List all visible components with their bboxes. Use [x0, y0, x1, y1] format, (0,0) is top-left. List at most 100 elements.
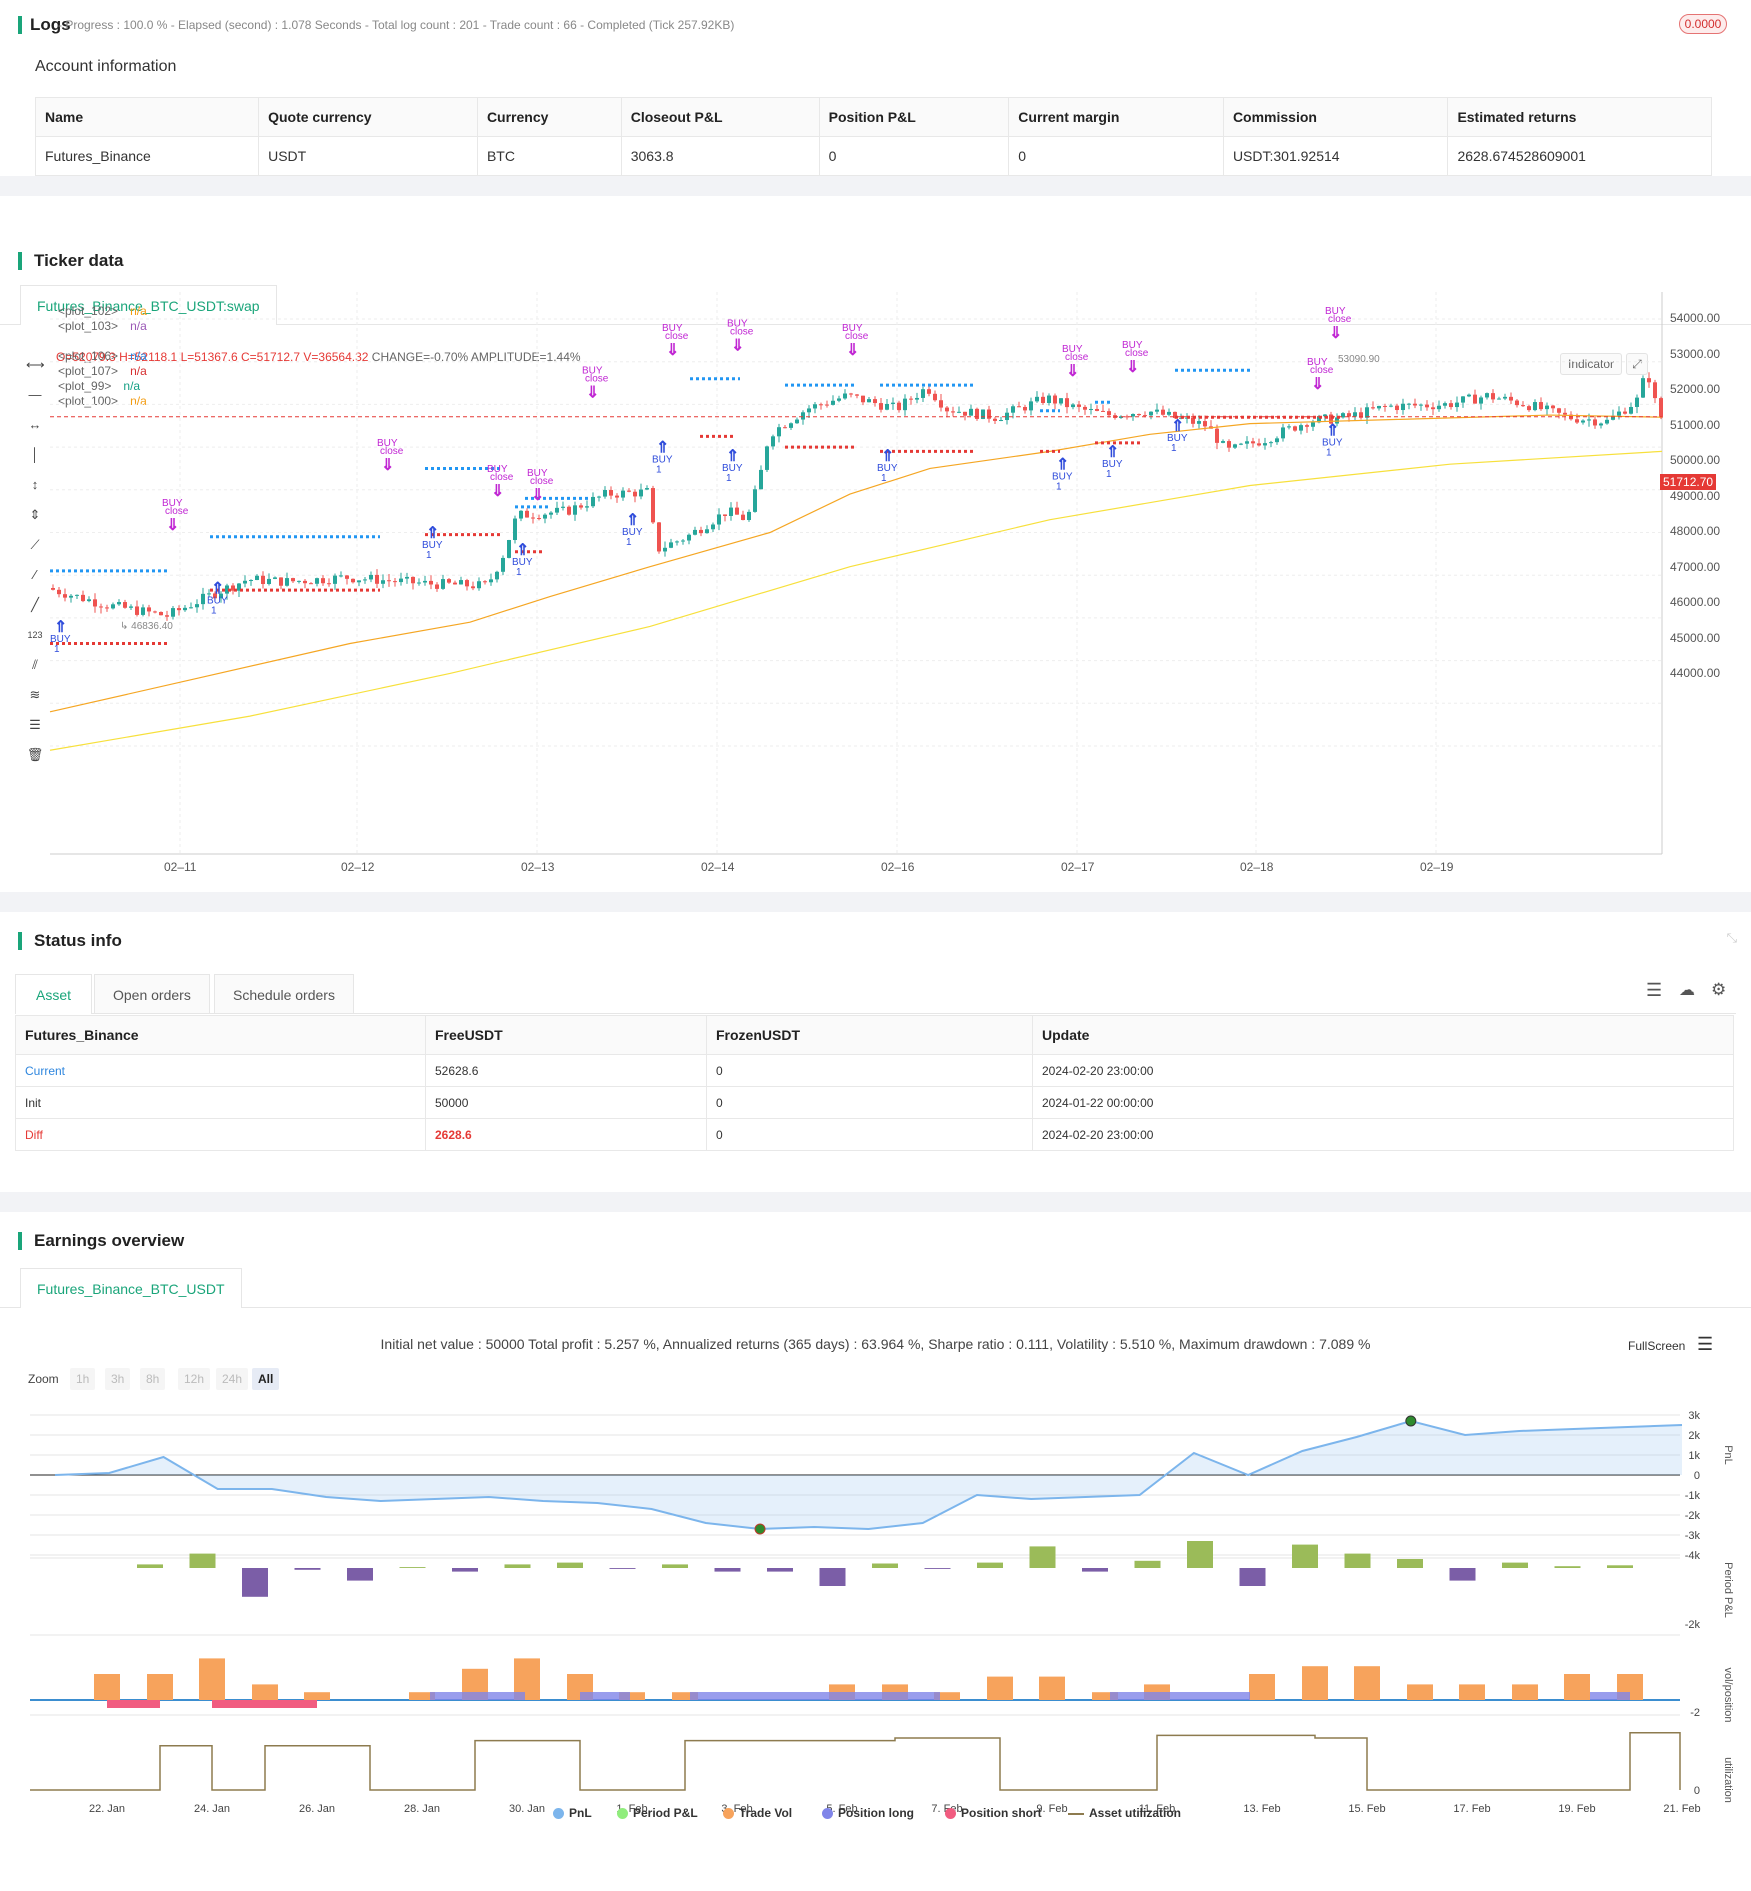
period-pnl-bar [1344, 1553, 1371, 1568]
earnings-chart[interactable]: 3k 2k 1k 0 -1k -2k -3k -4k -2k -2 0 PnL Period P&L vo… [0, 1395, 1751, 1815]
candle-body [75, 594, 79, 596]
candle-body [1593, 419, 1597, 426]
tab-open-orders[interactable]: Open orders [94, 974, 210, 1014]
util-tick: 0 [1694, 1785, 1700, 1797]
zoom-label: Zoom [28, 1372, 59, 1386]
candle-body [303, 580, 307, 584]
candle-body [789, 423, 793, 428]
account-col-header: Currency [476, 97, 622, 137]
candle-body [771, 436, 775, 447]
legend-item-position-long[interactable]: Position long [822, 1806, 914, 1820]
sell-arrow-icon: ⇓ [491, 483, 504, 500]
candle-body [1581, 420, 1585, 423]
trade-vol-bar [1249, 1674, 1275, 1700]
candle-body [291, 578, 295, 582]
zoom-8h-button[interactable]: 8h [140, 1368, 166, 1390]
legend-item-period-p-l[interactable]: Period P&L [617, 1806, 698, 1820]
candle-body [777, 427, 781, 437]
cloud-download-icon[interactable]: ☁ [1679, 980, 1695, 1000]
candle-body [1425, 404, 1429, 408]
candle-body [93, 599, 97, 607]
candle-body [1473, 394, 1477, 404]
candle-body [1539, 402, 1543, 410]
zoom-24h-button[interactable]: 24h [216, 1368, 249, 1390]
candle-body [255, 575, 259, 581]
earnings-time-tick: 19. Feb [1558, 1803, 1595, 1815]
candle-body [1161, 409, 1165, 415]
price-axis-tick: 47000.00 [1670, 559, 1721, 574]
status-panel: Status info ⤡ Asset Open orders Schedule… [0, 912, 1751, 1192]
asset-cell: 0 [706, 1118, 1033, 1151]
zoom-1h-button[interactable]: 1h [70, 1368, 96, 1390]
legend-item-asset-utilization[interactable]: Asset utilization [1068, 1806, 1181, 1820]
earnings-time-tick: 21. Feb [1663, 1803, 1700, 1815]
axis-title: Period P&L [1722, 1562, 1734, 1618]
asset-cell: 52628.6 [425, 1054, 707, 1087]
pnl-axis-tick: -1k [1685, 1490, 1701, 1502]
position-long-bar [580, 1692, 630, 1700]
candle-body [1071, 404, 1075, 408]
account-cell: USDT [258, 136, 478, 176]
legend-item-pnl[interactable]: PnL [553, 1806, 592, 1820]
high-price-mark: 53090.90 [1338, 354, 1380, 365]
time-axis-tick: 02–17 [1061, 860, 1095, 874]
candle-body [975, 408, 979, 419]
settings-icon[interactable]: ⚙ [1711, 980, 1726, 1000]
legend-item-trade-vol[interactable]: Trade Vol [723, 1806, 792, 1820]
trade-vol-bar [94, 1674, 120, 1700]
tab-asset[interactable]: Asset [15, 974, 93, 1014]
candle-body [453, 582, 457, 585]
legend-dot-icon [617, 1808, 628, 1820]
menu-icon[interactable]: ☰ [1697, 1334, 1713, 1355]
price-axis-tick: 45000.00 [1670, 630, 1721, 645]
candle-body [147, 607, 151, 612]
collapse-icon[interactable]: ⤡ [1727, 930, 1737, 946]
ticker-panel: Ticker data Futures_Binance_BTC_USDT:swa… [0, 196, 1751, 892]
list-icon[interactable]: ☰ [1646, 980, 1662, 1001]
candle-body [891, 402, 895, 404]
time-axis-tick: 02–11 [164, 860, 197, 874]
account-table: Name Quote currency Currency Closeout P&L Po… [34, 97, 1712, 176]
candle-body [555, 507, 559, 513]
candle-body [675, 541, 679, 543]
pnl-axis-tick: 0 [1694, 1470, 1700, 1482]
candles [51, 372, 1663, 621]
candle-body [579, 505, 583, 508]
zoom-3h-button[interactable]: 3h [105, 1368, 131, 1390]
candle-body [1107, 411, 1111, 416]
asset-cell: 0 [706, 1054, 1033, 1087]
account-col-header: Commission [1222, 97, 1449, 137]
period-pnl-bar [137, 1564, 163, 1568]
candle-body [951, 411, 955, 413]
candle-body [1641, 378, 1645, 398]
candle-body [981, 409, 985, 419]
tab-schedule-orders[interactable]: Schedule orders [214, 974, 354, 1014]
zoom-all-button[interactable]: All [252, 1368, 280, 1390]
candle-body [927, 389, 931, 394]
legend-item-position-short[interactable]: Position short [945, 1806, 1042, 1820]
earnings-time-tick: 30. Jan [509, 1803, 545, 1815]
candle-body [873, 399, 877, 404]
candle-body [1485, 393, 1489, 398]
candle-body [1479, 397, 1483, 404]
candle-body [1659, 398, 1663, 418]
asset-col-header: FreeUSDT [425, 1015, 707, 1055]
zoom-12h-button[interactable]: 12h [178, 1368, 211, 1390]
candle-body [1461, 396, 1465, 403]
close-label: close [490, 472, 514, 483]
earnings-tab[interactable]: Futures_Binance_BTC_USDT [20, 1268, 242, 1308]
candle-body [1575, 419, 1579, 423]
asset-cell: 0 [706, 1086, 1033, 1119]
candle-body [1131, 414, 1135, 417]
candlestick-chart[interactable]: ⇑BUY1⇑BUY1⇑BUY1 ⇑BUY1⇑BUY1⇑BUY1⇑BUY1⇑BUY1… [0, 196, 1751, 892]
fullscreen-button[interactable]: FullScreen [1628, 1339, 1685, 1353]
candle-body [813, 404, 817, 409]
candle-body [1371, 407, 1375, 409]
sell-arrow-icon: ⇓ [531, 487, 544, 504]
candle-body [699, 529, 703, 534]
candle-body [633, 491, 637, 497]
candle-body [327, 583, 331, 585]
candle-body [1215, 428, 1219, 443]
candle-body [525, 510, 529, 518]
asset-cell: 2024-01-22 00:00:00 [1032, 1086, 1734, 1119]
